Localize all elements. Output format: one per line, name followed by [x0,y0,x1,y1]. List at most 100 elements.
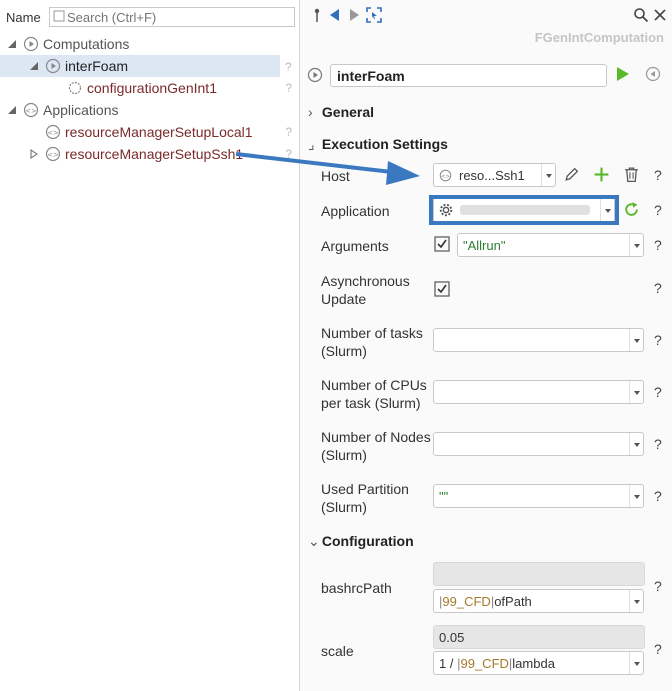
back-arrow-icon[interactable] [327,7,343,23]
partition-label: Used Partition (Slurm) [321,480,409,516]
label-line: per task (Slurm) [321,395,421,411]
gear-icon [68,81,82,95]
application-icon: <> [439,169,452,182]
arguments-dropdown[interactable]: "Allrun" [457,233,644,257]
tree-item-label: configurationGenInt1 [87,80,217,96]
refresh-icon[interactable] [623,201,640,218]
object-type-title: FGenIntComputation [534,30,664,45]
checkbox-checked-icon[interactable] [434,236,450,252]
scale-label: scale [321,643,354,659]
tree-panel: Name Computations interFoam ? configurat… [0,0,300,691]
label-line: (Slurm) [321,499,367,515]
chevron-down-icon[interactable] [541,164,555,186]
label-line: (Slurm) [321,343,367,359]
reference-field: ofPath [494,594,532,609]
help-icon[interactable]: ? [285,81,292,95]
reference-field: lambda [512,656,555,671]
bashrc-resolved-value [433,562,645,586]
help-icon[interactable]: ? [285,147,292,161]
forward-arrow-icon[interactable] [346,7,362,23]
section-configuration[interactable]: ⌄ Configuration [308,533,414,550]
help-icon[interactable]: ? [654,332,662,348]
scale-dropdown[interactable]: 1 / |99_CFD|lambda [433,651,644,675]
chevron-down-icon: ⌟ [308,136,315,152]
section-general[interactable]: › General [308,104,374,120]
help-icon[interactable]: ? [654,237,662,253]
help-icon[interactable]: ? [654,488,662,504]
section-title: Configuration [321,533,414,549]
back-circle-icon[interactable] [645,66,661,82]
edit-pencil-icon[interactable] [563,166,580,183]
help-icon[interactable]: ? [654,578,662,594]
tree-item-local[interactable]: <> resourceManagerSetupLocal1 ? [0,121,300,143]
chevron-down-icon[interactable] [629,652,643,674]
help-icon[interactable]: ? [654,280,662,296]
tasks-dropdown[interactable] [433,328,644,352]
chevron-down-icon[interactable] [629,485,643,507]
svg-text:<>: <> [441,174,451,180]
search-input[interactable] [67,9,287,25]
label-line: Number of CPUs [321,377,427,393]
label-line: Used Partition [321,481,409,497]
tasks-label: Number of tasks (Slurm) [321,324,423,360]
checkbox-checked-icon[interactable] [434,281,450,297]
tree-item-label: interFoam [65,58,129,74]
help-icon[interactable]: ? [285,125,292,139]
help-icon[interactable]: ? [285,60,292,74]
trash-icon[interactable] [623,166,640,183]
chevron-down-icon[interactable] [629,590,643,612]
label-line: Number of tasks [321,325,423,341]
search-icon[interactable] [633,7,649,23]
section-title: General [321,104,375,120]
host-dropdown[interactable]: <> reso...Ssh1 [433,163,556,187]
search-box[interactable] [49,7,295,27]
tree-item-interfoam[interactable]: interFoam [0,55,280,77]
application-label: Application [321,203,390,219]
svg-text:<>: <> [47,151,59,159]
close-icon[interactable] [652,7,668,23]
link-selection-icon[interactable] [366,7,382,23]
bashrc-label: bashrcPath [321,580,392,596]
chevron-down-icon[interactable] [629,433,643,455]
scale-prefix: 1 / [439,656,454,671]
tree-item-configuration[interactable]: configurationGenInt1 ? [0,77,300,99]
help-icon[interactable]: ? [654,436,662,452]
expanded-triangle-icon[interactable] [7,105,17,115]
nodes-dropdown[interactable] [433,432,644,456]
help-icon[interactable]: ? [654,641,662,657]
chevron-down-icon[interactable] [629,329,643,351]
help-icon[interactable]: ? [654,167,662,183]
reference-token: 99_CFD [442,594,491,609]
collapsed-triangle-icon[interactable] [29,149,39,159]
expanded-triangle-icon[interactable] [7,39,17,49]
svg-text:<>: <> [47,129,59,137]
partition-dropdown[interactable]: "" [433,484,644,508]
partition-value: "" [439,489,449,504]
scale-expression: 1 / |99_CFD|lambda [439,656,555,671]
cpus-dropdown[interactable] [433,380,644,404]
play-circle-icon [307,67,323,83]
application-icon: <> [23,102,39,118]
chevron-down-icon[interactable] [629,381,643,403]
tree-item-ssh[interactable]: <> resourceManagerSetupSsh1 ? [0,143,300,165]
bashrc-dropdown[interactable]: |99_CFD|ofPath [433,589,644,613]
section-execution-settings[interactable]: ⌟ Execution Settings [308,136,448,153]
help-icon[interactable]: ? [654,384,662,400]
computation-name-field[interactable]: interFoam [330,64,607,87]
reference-token: 99_CFD [460,656,509,671]
svg-text:<>: <> [25,107,37,115]
help-icon[interactable]: ? [654,202,662,218]
play-circle-icon [45,58,61,74]
run-icon[interactable] [616,66,630,82]
arguments-label: Arguments [321,238,389,254]
label-line: Update [321,291,367,307]
chevron-down-icon[interactable] [629,234,643,256]
tree-item-label: Computations [43,36,130,52]
add-icon[interactable] [593,166,610,183]
tree-item-applications[interactable]: <> Applications [0,99,300,121]
expanded-triangle-icon[interactable] [29,61,39,71]
tree-item-computations[interactable]: Computations [0,33,300,55]
label-line: (Slurm) [321,447,367,463]
play-circle-icon [23,36,39,52]
pin-icon[interactable] [309,7,325,23]
